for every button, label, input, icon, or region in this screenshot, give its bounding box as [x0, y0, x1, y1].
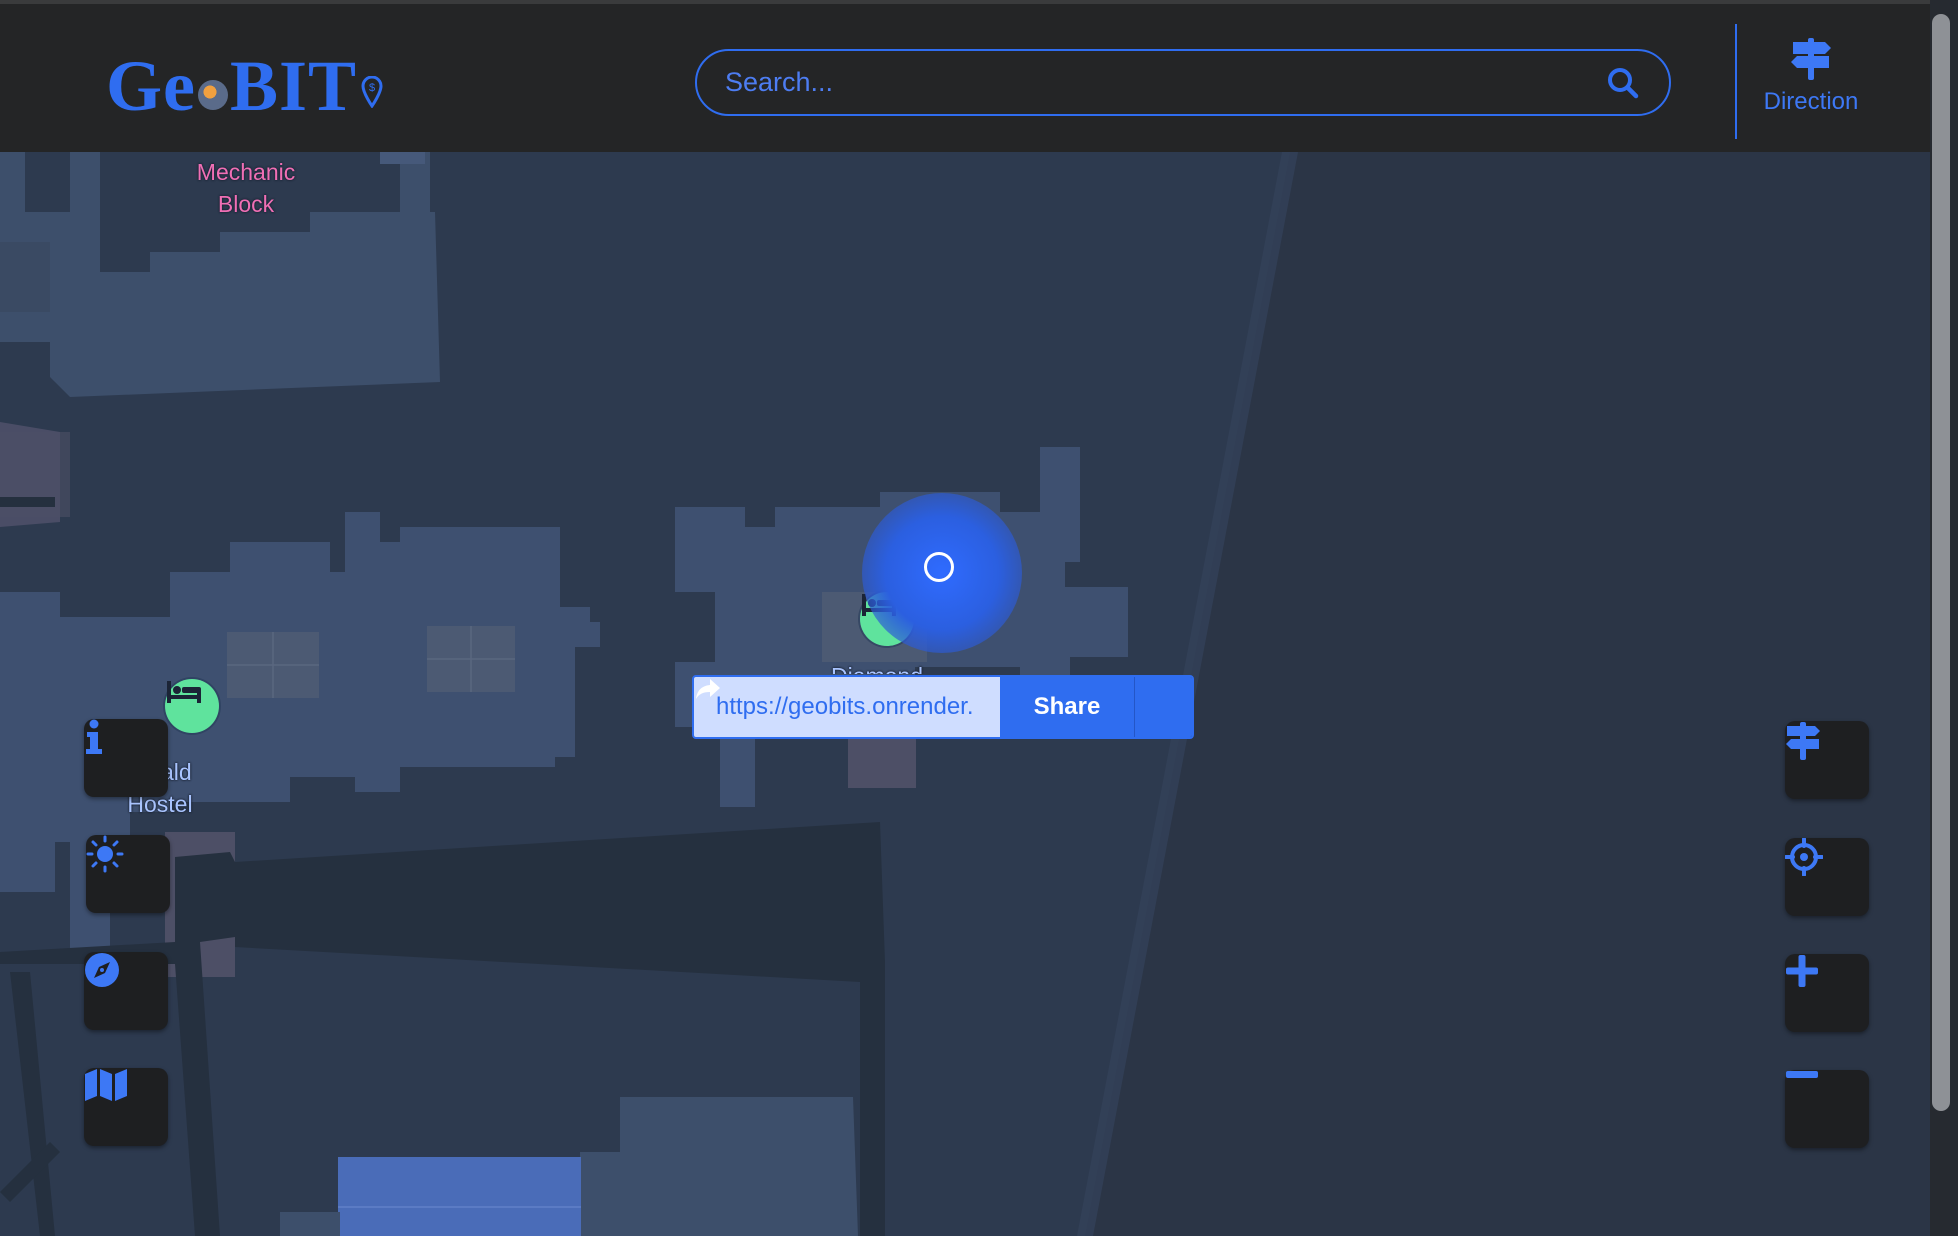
compass-button[interactable] — [84, 952, 168, 1030]
sun-icon — [86, 835, 124, 873]
locate-me-button[interactable] — [1785, 838, 1869, 916]
scrollbar-thumb[interactable] — [1932, 14, 1950, 1111]
label-mechanic-block: Mechanic Block — [196, 159, 296, 217]
share-button[interactable]: Share — [1000, 677, 1135, 737]
direction-label: Direction — [1763, 88, 1859, 115]
zoom-in-button[interactable] — [1785, 954, 1869, 1032]
compass-icon — [85, 953, 119, 987]
share-popup: https://geobits.onrender. Share — [692, 675, 1194, 739]
share-url-field[interactable]: https://geobits.onrender. — [694, 677, 1000, 737]
info-button[interactable] — [84, 719, 168, 797]
map-icon — [85, 1069, 127, 1101]
hostel-marker-emerald[interactable] — [165, 679, 219, 733]
logo-text-bit: BIT — [229, 46, 358, 126]
theme-toggle-button[interactable] — [86, 835, 170, 913]
crosshair-icon — [1785, 838, 1823, 876]
svg-text:$: $ — [369, 82, 375, 94]
zoom-out-button[interactable] — [1785, 1070, 1869, 1148]
directions-button[interactable] — [1785, 721, 1869, 799]
direction-button[interactable]: Direction — [1756, 36, 1866, 126]
share-forward-button[interactable] — [696, 677, 1192, 737]
info-icon — [86, 719, 102, 754]
signpost-icon — [1791, 38, 1831, 80]
bed-icon — [167, 681, 201, 703]
header-divider — [1735, 24, 1737, 139]
map-canvas[interactable]: Mechanic Block ald Hostel Diamond https:… — [0, 152, 1930, 1236]
label-diamond-hostel: Diamond — [822, 660, 932, 674]
globe-icon — [197, 80, 228, 110]
share-arrow-icon — [696, 679, 720, 699]
current-location-marker[interactable] — [924, 552, 954, 582]
search-bar[interactable] — [695, 49, 1671, 116]
search-input[interactable] — [697, 66, 1603, 99]
map-layers-button[interactable] — [84, 1068, 168, 1146]
map-pin-icon: $ — [361, 75, 383, 116]
logo-text-ge: Ge — [106, 46, 196, 126]
geobit-logo[interactable]: Ge BIT $ — [106, 42, 383, 122]
plus-icon — [1786, 955, 1818, 987]
search-icon[interactable] — [1603, 63, 1643, 103]
top-navbar: Ge BIT $ Direction — [0, 0, 1930, 152]
minus-icon — [1786, 1071, 1818, 1078]
signpost-icon — [1786, 722, 1820, 760]
